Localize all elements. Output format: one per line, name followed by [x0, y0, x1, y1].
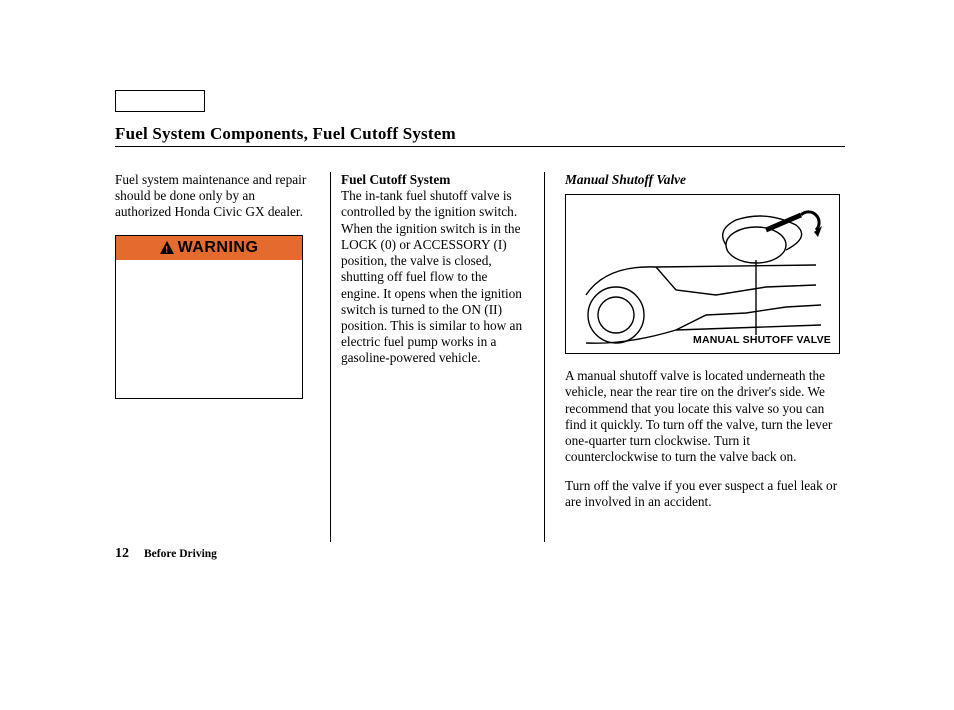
page-title: Fuel System Components, Fuel Cutoff Syst… [115, 124, 456, 144]
diagram-svg [566, 195, 840, 354]
col2-body: The in-tank fuel shutoff valve is contro… [341, 188, 522, 365]
col3-paragraph-2: Turn off the valve if you ever suspect a… [565, 478, 845, 510]
section-label: Before Driving [144, 548, 217, 560]
page-footer: 12 Before Driving [115, 546, 217, 562]
title-rule [115, 146, 845, 147]
column-3: Manual Shutoff Valve [545, 172, 845, 542]
columns: Fuel system maintenance and repair shoul… [115, 172, 845, 542]
header-box [115, 90, 205, 112]
column-1: Fuel system maintenance and repair shoul… [115, 172, 330, 542]
diagram-label: MANUAL SHUTOFF VALVE [693, 334, 831, 347]
page-number: 12 [115, 546, 129, 561]
diagram-manual-shutoff-valve: MANUAL SHUTOFF VALVE [565, 194, 840, 354]
col3-heading: Manual Shutoff Valve [565, 172, 845, 188]
warning-triangle-icon: ! [160, 241, 174, 254]
warning-box: ! WARNING [115, 235, 303, 400]
col1-paragraph: Fuel system maintenance and repair shoul… [115, 172, 310, 221]
warning-label: WARNING [178, 238, 259, 258]
manual-page: Fuel System Components, Fuel Cutoff Syst… [0, 0, 954, 710]
warning-header: ! WARNING [116, 236, 302, 261]
svg-text:!: ! [165, 244, 169, 254]
col2-heading: Fuel Cutoff System [341, 172, 450, 187]
col3-paragraph-1: A manual shutoff valve is located undern… [565, 368, 845, 465]
warning-body [116, 260, 302, 398]
col2-paragraph: Fuel Cutoff SystemThe in-tank fuel shuto… [341, 172, 524, 367]
column-2: Fuel Cutoff SystemThe in-tank fuel shuto… [330, 172, 545, 542]
